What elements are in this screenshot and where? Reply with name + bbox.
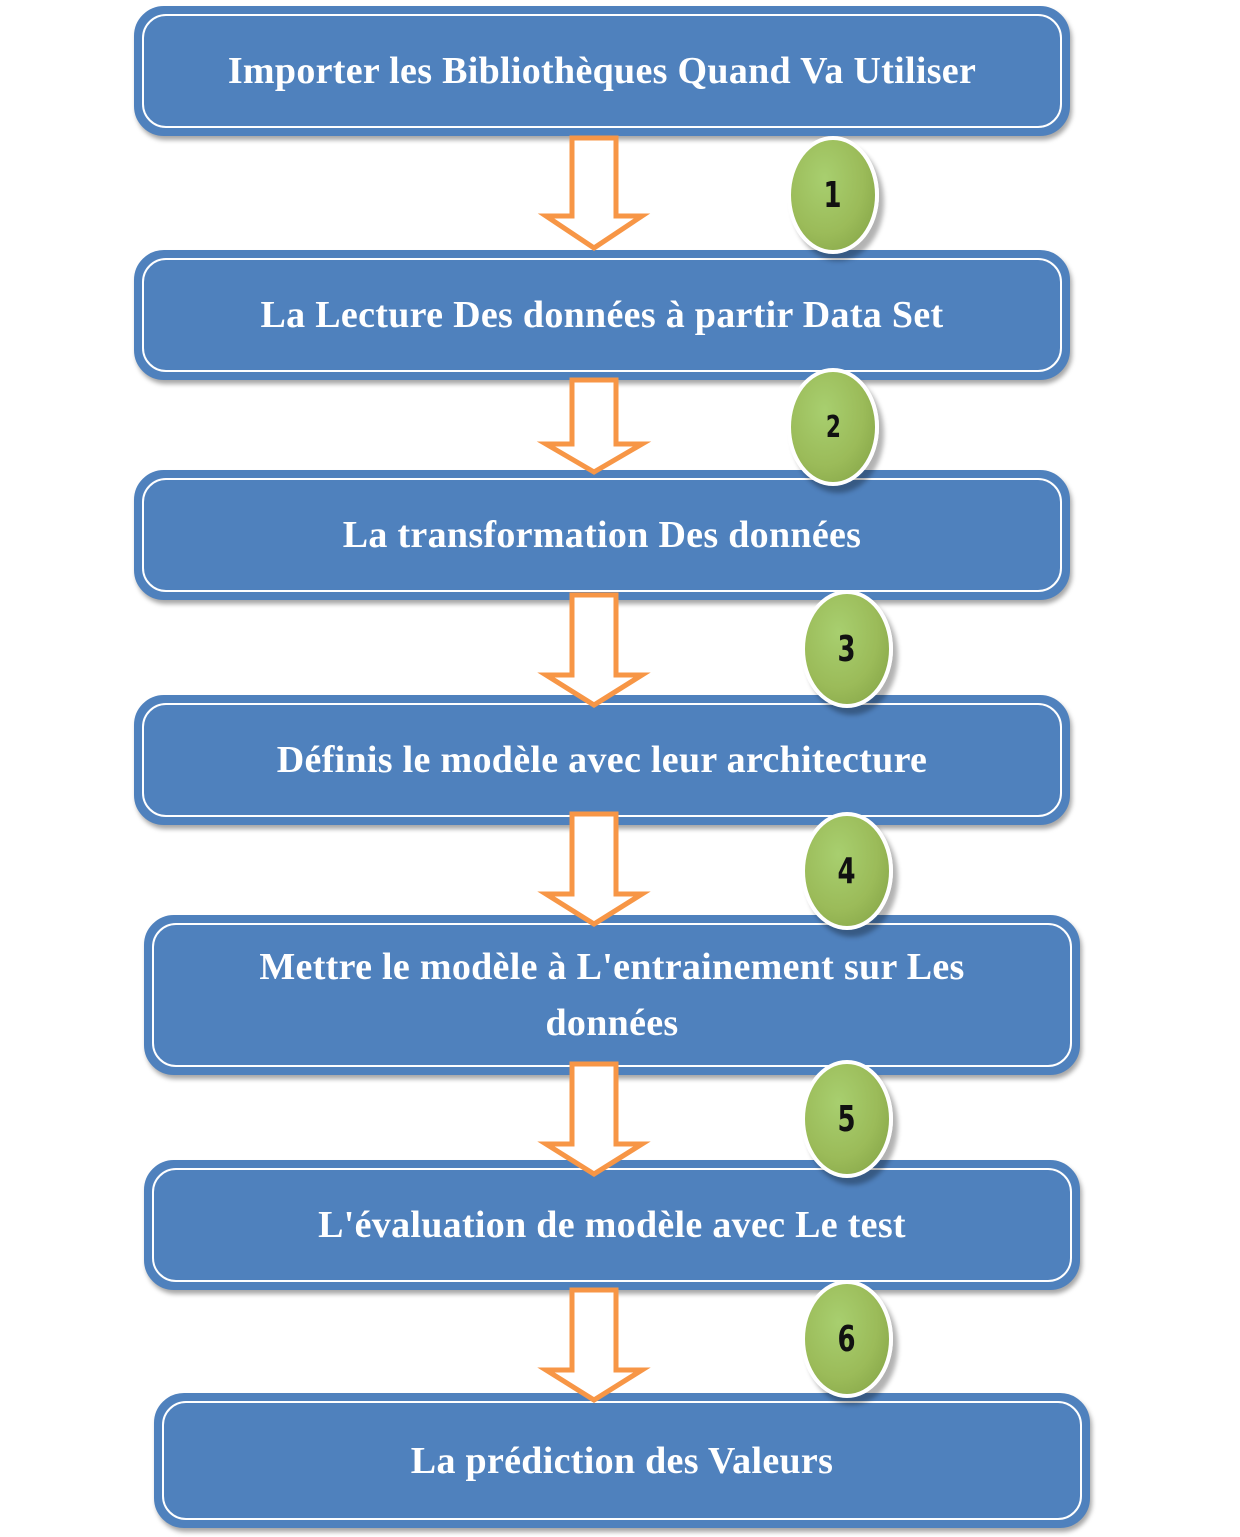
down-arrow-5 bbox=[537, 1061, 651, 1177]
step-number-badge-4: 4 bbox=[801, 812, 893, 930]
step-number-2: 2 bbox=[825, 409, 841, 445]
step-number-5: 5 bbox=[837, 1098, 857, 1140]
step-box-3: La transformation Des données bbox=[134, 470, 1070, 600]
step-label-5: Mettre le modèle à L'entrainement sur Le… bbox=[259, 946, 965, 1044]
step-number-badge-6: 6 bbox=[801, 1280, 893, 1398]
step-label-1: Importer les Bibliothèques Quand Va Util… bbox=[227, 50, 977, 92]
step-number-3: 3 bbox=[837, 628, 857, 670]
down-arrow-4 bbox=[537, 811, 651, 927]
step-number-4: 4 bbox=[837, 850, 857, 892]
step-number-badge-1: 1 bbox=[787, 136, 879, 254]
step-label-4: Définis le modèle avec leur architecture bbox=[276, 739, 928, 781]
step-number-badge-2: 2 bbox=[787, 368, 879, 486]
step-box-1: Importer les Bibliothèques Quand Va Util… bbox=[134, 6, 1070, 136]
down-arrow-1 bbox=[537, 135, 651, 252]
step-number-badge-3: 3 bbox=[801, 590, 893, 708]
step-label-6: L'évaluation de modèle avec Le test bbox=[318, 1204, 906, 1246]
down-arrow-3 bbox=[537, 592, 651, 708]
step-number-1: 1 bbox=[823, 174, 843, 216]
step-box-4: Définis le modèle avec leur architecture bbox=[134, 695, 1070, 825]
step-number-6: 6 bbox=[837, 1318, 857, 1360]
step-label-3: La transformation Des données bbox=[342, 514, 862, 556]
step-label-2: La Lecture Des données à partir Data Set bbox=[260, 294, 944, 336]
down-arrow-6 bbox=[537, 1287, 651, 1403]
step-number-badge-5: 5 bbox=[801, 1060, 893, 1178]
step-label-7: La prédiction des Valeurs bbox=[410, 1439, 834, 1482]
step-box-2: La Lecture Des données à partir Data Set bbox=[134, 250, 1070, 380]
step-box-7: La prédiction des Valeurs bbox=[154, 1393, 1090, 1528]
down-arrow-2 bbox=[536, 377, 652, 475]
step-box-5: Mettre le modèle à L'entrainement sur Le… bbox=[144, 915, 1080, 1075]
